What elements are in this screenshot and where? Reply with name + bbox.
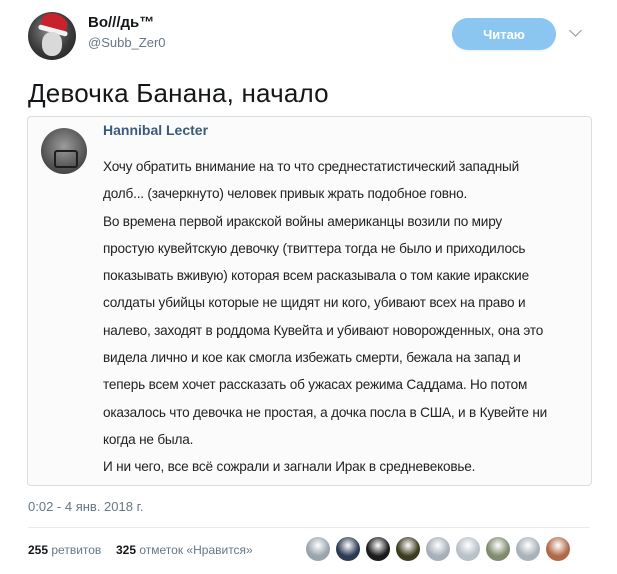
- quoted-line: простую кувейтскую девочку (твиттера тог…: [103, 240, 526, 256]
- quoted-line: И ни чего, все всё сожрали и загнали Ира…: [103, 459, 476, 475]
- liker-avatar[interactable]: [426, 537, 450, 561]
- quoted-line: солдаты убийцы которые не щидят ни кого,…: [103, 295, 526, 311]
- quoted-author-avatar: [41, 128, 87, 174]
- avatar-face: [42, 32, 62, 56]
- liker-avatar[interactable]: [486, 537, 510, 561]
- quoted-line: видела лично и кое как смогла избежать с…: [103, 350, 521, 366]
- follow-button[interactable]: Читаю: [452, 18, 556, 50]
- liker-avatar[interactable]: [516, 537, 540, 561]
- tweet-text: Девочка Банана, начало: [28, 78, 329, 108]
- quoted-line: теперь всем хочет рассказать об ужасах р…: [103, 377, 528, 393]
- likes-label[interactable]: отметок «Нравится»: [139, 543, 252, 557]
- divider: [28, 527, 590, 528]
- mask-icon: [54, 150, 78, 168]
- author-display-name[interactable]: Во///дь™: [88, 14, 154, 31]
- quoted-line: показывать вживую) которая всем расказыв…: [103, 268, 529, 284]
- tweet-stats: 255 ретвитов 325 отметок «Нравится»: [28, 543, 253, 557]
- quoted-line: налево, заходят в роддома Кувейта и убив…: [103, 322, 544, 338]
- tweet-timestamp[interactable]: 0:02 - 4 янв. 2018 г.: [28, 499, 143, 514]
- quoted-author-name: Hannibal Lecter: [103, 122, 209, 138]
- author-avatar[interactable]: [28, 12, 76, 60]
- chevron-down-icon[interactable]: [569, 24, 582, 37]
- liker-avatar[interactable]: [456, 537, 480, 561]
- quoted-line: долб... (зачеркнуто) человек привык жрат…: [103, 186, 468, 202]
- quoted-line: Во времена первой иракской войны америка…: [103, 213, 503, 229]
- liker-avatar[interactable]: [336, 537, 360, 561]
- likers-avatars: [306, 537, 570, 561]
- liker-avatar[interactable]: [366, 537, 390, 561]
- quoted-line: Хочу обратить внимание на то что среднес…: [103, 159, 519, 174]
- quoted-body: Хочу обратить внимание на то что среднес…: [103, 153, 583, 481]
- liker-avatar[interactable]: [306, 537, 330, 561]
- liker-avatar[interactable]: [396, 537, 420, 561]
- retweets-label[interactable]: ретвитов: [51, 543, 101, 557]
- retweets-count[interactable]: 255: [28, 543, 48, 557]
- quoted-line: когда не была.: [103, 431, 194, 447]
- liker-avatar[interactable]: [546, 537, 570, 561]
- quoted-line: оказалось что девочка не простая, а дочк…: [103, 404, 548, 420]
- author-handle[interactable]: @Subb_Zer0: [88, 35, 166, 50]
- likes-count[interactable]: 325: [116, 543, 136, 557]
- quoted-screenshot[interactable]: Hannibal Lecter Хочу обратить внимание н…: [27, 116, 592, 486]
